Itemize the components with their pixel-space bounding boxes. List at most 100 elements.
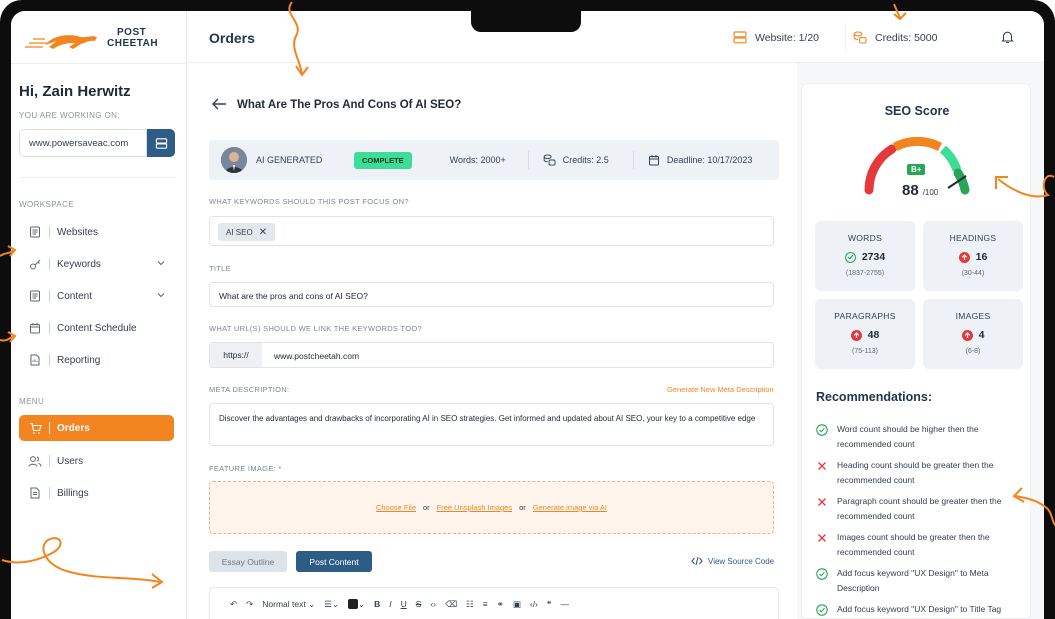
view-source-link[interactable]: View Source Code — [691, 556, 774, 566]
stat-range: (75-113) — [852, 348, 878, 355]
sidebar-item-label: Content Schedule — [57, 322, 137, 334]
italic-icon[interactable]: I — [389, 599, 391, 609]
users-icon — [27, 453, 43, 469]
status-badge: COMPLETE — [354, 151, 412, 169]
credits-label: Credits: 5000 — [875, 31, 938, 44]
horizontal-rule-icon[interactable]: — — [560, 599, 569, 609]
list-dropdown-icon[interactable]: ☰⌄ — [324, 599, 339, 610]
bell-icon — [1001, 30, 1014, 47]
meta-separator — [527, 151, 529, 169]
clear-format-icon[interactable]: ⌫ — [445, 599, 457, 610]
title-input[interactable]: What are the pros and cons of AI SEO? — [209, 282, 774, 307]
report-icon — [27, 352, 43, 368]
nav-separator — [49, 422, 50, 434]
keyword-chip-label: AI SEO — [226, 227, 253, 237]
recommendation-text: Paragraph count should be greater then t… — [837, 496, 1002, 521]
essay-outline-button[interactable]: Essay Outline — [209, 551, 287, 572]
generate-meta-link[interactable]: Generate New Meta Description — [667, 385, 774, 394]
stat-range: (1837-2755) — [845, 270, 885, 277]
choose-file-link[interactable]: Choose File — [376, 503, 416, 512]
undo-icon[interactable]: ↶ — [230, 599, 237, 610]
stat-label: PARAGRAPHS — [834, 311, 896, 321]
sidebar-item-users[interactable]: Users — [19, 448, 174, 474]
url-label: WHAT URL(S) SHOULD WE LINK THE KEYWORDS … — [209, 324, 422, 333]
url-input[interactable]: https:// www.postcheetah.com — [209, 342, 774, 368]
calendar-icon — [27, 320, 43, 336]
generate-image-link[interactable]: Generate image via AI — [533, 503, 607, 512]
notifications-button[interactable] — [1001, 30, 1014, 47]
inline-code-icon[interactable]: ‹› — [430, 599, 436, 609]
keywords-input[interactable]: AI SEO ✕ — [209, 216, 774, 246]
feature-image-dropzone[interactable]: Choose File or Free Unsplash Images or G… — [209, 481, 774, 534]
color-picker[interactable]: ⌄ — [347, 599, 365, 610]
credits-count[interactable]: Credits: 5000 — [853, 31, 937, 44]
nav-separator — [49, 258, 50, 270]
website-switch-button[interactable] — [147, 129, 175, 157]
cheetah-logo-icon — [25, 35, 97, 49]
bullet-list-icon[interactable]: ☷ — [466, 599, 474, 610]
sidebar-item-content[interactable]: Content — [19, 283, 174, 309]
sidebar-item-content-schedule[interactable]: Content Schedule — [19, 315, 174, 341]
sidebar-item-label: Content — [57, 290, 93, 302]
greeting: Hi, Zain Herwitz — [19, 83, 131, 100]
meta-description-input[interactable]: Discover the advantages and drawbacks of… — [209, 403, 774, 446]
server-icon — [733, 31, 747, 44]
seo-score-title: SEO Score — [884, 104, 950, 118]
website-count[interactable]: Website: 1/20 — [733, 31, 819, 44]
back-arrow-icon[interactable] — [211, 97, 227, 116]
workspace-label: WORKSPACE — [19, 200, 75, 209]
recommendation-item: Add focus keyword "UX Design" to Meta De… — [816, 566, 1026, 595]
ai-generated-label: AI GENERATED — [256, 155, 323, 165]
stat-value: 2734 — [815, 251, 915, 263]
code-block-icon[interactable]: ‹/› — [530, 599, 538, 609]
decorative-arrow-icon — [1, 537, 164, 589]
unsplash-link[interactable]: Free Unsplash Images — [437, 503, 512, 512]
redo-icon[interactable]: ↷ — [246, 599, 253, 610]
text-style-select[interactable]: Normal text ⌄ — [262, 599, 315, 610]
sidebar-item-orders[interactable]: Orders — [19, 415, 174, 441]
website-selector[interactable]: www.powersaveac.com — [19, 129, 147, 157]
keywords-label: WHAT KEYWORDS SHOULD THIS POST FOCUS ON? — [209, 197, 409, 206]
stat-value: 48 — [815, 329, 915, 341]
sidebar-item-billings[interactable]: Billings — [19, 480, 174, 506]
stat-range: (6-8) — [965, 348, 981, 355]
sidebar-item-websites[interactable]: Websites — [19, 219, 174, 245]
close-icon — [816, 496, 828, 523]
post-content-button[interactable]: Post Content — [296, 551, 372, 572]
check-circle-icon — [844, 251, 856, 263]
check-circle-icon — [816, 604, 828, 619]
chevron-down-icon[interactable] — [156, 258, 166, 271]
cart-icon — [27, 420, 43, 436]
coins-icon — [853, 31, 867, 44]
post-meta-bar: AI GENERATED COMPLETE Words: 2000+ Credi… — [209, 140, 779, 180]
strikethrough-icon[interactable]: S — [416, 599, 422, 609]
sidebar-item-label: Keywords — [57, 258, 101, 270]
title-label: TITLE — [209, 264, 231, 273]
logo[interactable]: POST CHEETAH — [25, 25, 175, 55]
sidebar: POST CHEETAH Hi, Zain Herwitz YOU ARE WO… — [11, 11, 187, 619]
recommendation-text: Add focus keyword "UX Design" to Meta De… — [837, 568, 989, 593]
close-icon[interactable]: ✕ — [259, 227, 267, 238]
quote-icon[interactable]: ❝ — [547, 599, 552, 610]
decorative-arrow-icon — [0, 245, 17, 257]
url-value: www.postcheetah.com — [274, 351, 360, 361]
numbered-list-icon[interactable]: ≡ — [483, 599, 488, 609]
underline-icon[interactable]: U — [401, 599, 407, 609]
post-title: What Are The Pros And Cons Of AI SEO? — [237, 99, 462, 111]
credits-cost-label: Credits: 2.5 — [562, 155, 609, 165]
chevron-down-icon[interactable] — [156, 290, 166, 303]
bold-icon[interactable]: B — [374, 599, 380, 609]
sidebar-item-keywords[interactable]: Keywords — [19, 251, 174, 277]
nav-separator — [49, 290, 50, 302]
keyword-chip[interactable]: AI SEO ✕ — [218, 223, 276, 241]
link-icon[interactable]: ⚭ — [497, 599, 504, 610]
nav-separator — [49, 226, 50, 238]
or-text: or — [423, 503, 430, 512]
sidebar-item-reporting[interactable]: Reporting — [19, 347, 174, 373]
seo-score-value: 88 — [902, 182, 919, 199]
image-icon[interactable]: ▣ — [513, 599, 521, 610]
logo-line1: POST — [117, 27, 147, 38]
stat-card-words: WORDS 2734 (1837-2755) — [815, 221, 915, 291]
sidebar-divider — [11, 63, 187, 64]
text-style-label: Normal text — [262, 599, 306, 609]
